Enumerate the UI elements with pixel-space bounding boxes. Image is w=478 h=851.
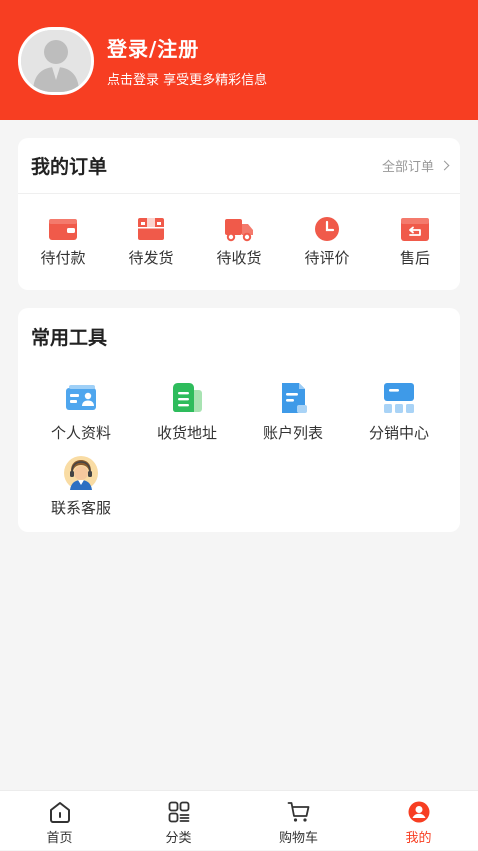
home-icon bbox=[49, 802, 70, 823]
tab-label: 我的 bbox=[405, 831, 432, 846]
order-pending-receipt[interactable]: 待收货 bbox=[195, 216, 283, 268]
login-hint: 点击登录 享受更多精彩信息 bbox=[107, 73, 268, 88]
tool-label: 联系客服 bbox=[50, 499, 111, 517]
category-grid-icon bbox=[168, 801, 189, 823]
tool-shipping-address[interactable]: 收货地址 bbox=[137, 380, 237, 443]
profile-header[interactable]: 登录/注册 点击登录 享受更多精彩信息 bbox=[0, 0, 478, 120]
tab-home[interactable]: 首页 bbox=[0, 791, 119, 851]
all-orders-label: 全部订单 bbox=[381, 160, 434, 175]
cart-icon bbox=[287, 802, 309, 822]
tool-personal-info[interactable]: 个人资料 bbox=[31, 380, 131, 443]
order-label: 待收货 bbox=[216, 249, 262, 267]
divider bbox=[18, 193, 460, 194]
tab-category[interactable]: 分类 bbox=[119, 791, 238, 851]
common-tools-card: 常用工具 个人资料 收货地址 账户列表 分销中心 联系客服 bbox=[18, 308, 460, 532]
profile-icon bbox=[408, 801, 429, 823]
order-label: 待评价 bbox=[304, 249, 350, 267]
login-register-link[interactable]: 登录/注册 bbox=[107, 33, 199, 62]
order-pending-review[interactable]: 待评价 bbox=[283, 216, 371, 268]
tab-label: 首页 bbox=[46, 831, 73, 846]
chevron-right-icon bbox=[439, 160, 450, 171]
tool-label: 分销中心 bbox=[368, 424, 429, 442]
customer-service-icon bbox=[64, 456, 98, 490]
order-pending-shipment[interactable]: 待发货 bbox=[107, 216, 195, 268]
return-box-icon bbox=[401, 218, 429, 241]
document-list-icon bbox=[282, 383, 307, 413]
bottom-tab-bar: 首页 分类 购物车 我的 bbox=[0, 790, 478, 850]
order-pending-payment[interactable]: 待付款 bbox=[19, 216, 107, 268]
truck-icon bbox=[225, 219, 253, 242]
tab-label: 购物车 bbox=[278, 831, 318, 846]
order-label: 待付款 bbox=[40, 249, 86, 267]
id-card-icon bbox=[66, 385, 96, 410]
tab-cart[interactable]: 购物车 bbox=[239, 791, 358, 851]
tab-label: 分类 bbox=[165, 831, 192, 846]
order-label: 售后 bbox=[399, 249, 430, 267]
address-book-icon bbox=[173, 383, 202, 412]
orders-title: 我的订单 bbox=[31, 156, 108, 178]
tool-distribution-center[interactable]: 分销中心 bbox=[349, 380, 449, 443]
distribution-icon bbox=[384, 383, 414, 413]
default-avatar-icon bbox=[21, 30, 91, 92]
tool-label: 个人资料 bbox=[50, 424, 111, 442]
wallet-icon bbox=[49, 219, 77, 240]
tab-mine[interactable]: 我的 bbox=[359, 791, 478, 851]
my-orders-card: 我的订单 全部订单 待付款 待发货 待收货 待评价 售后 bbox=[18, 138, 460, 290]
clock-icon bbox=[315, 217, 339, 241]
tool-label: 收货地址 bbox=[156, 424, 217, 442]
package-icon bbox=[138, 218, 164, 240]
tools-title: 常用工具 bbox=[31, 327, 108, 349]
order-label: 待发货 bbox=[128, 249, 174, 267]
order-after-sales[interactable]: 售后 bbox=[371, 216, 459, 268]
tool-label: 账户列表 bbox=[262, 424, 323, 442]
avatar[interactable] bbox=[18, 27, 94, 95]
all-orders-link[interactable]: 全部订单 bbox=[381, 156, 450, 175]
tool-customer-service[interactable]: 联系客服 bbox=[31, 455, 131, 518]
tool-account-list[interactable]: 账户列表 bbox=[243, 380, 343, 443]
